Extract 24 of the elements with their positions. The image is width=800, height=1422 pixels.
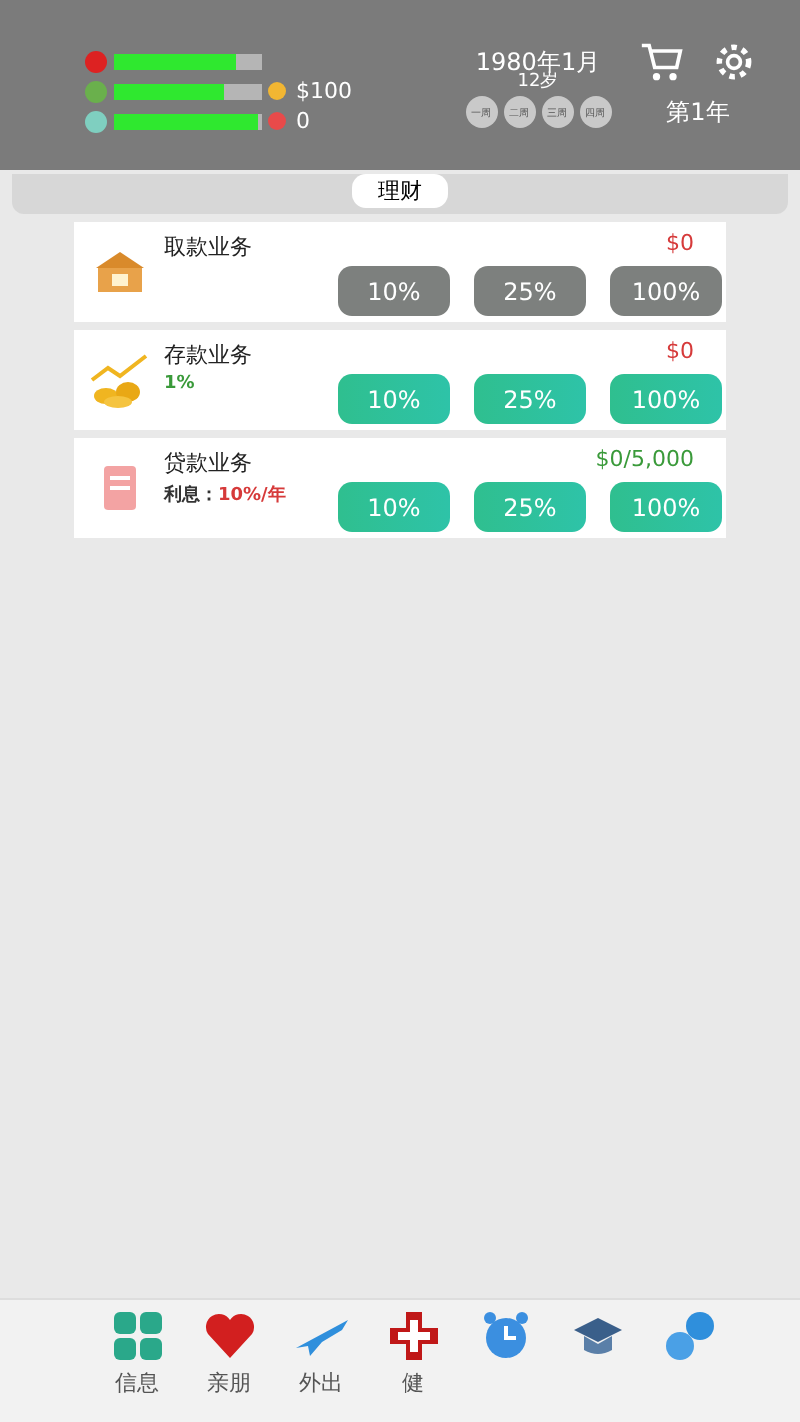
nav-item[interactable]: 亲朋 — [192, 1308, 266, 1422]
card-title: 贷款业务 — [164, 448, 254, 478]
amount-text: $0 — [666, 338, 694, 364]
stat-value: $100 — [296, 78, 352, 104]
medical-cross-icon — [385, 1308, 441, 1364]
amount-text: $0 — [666, 230, 694, 256]
card-title: 存款业务 — [164, 340, 254, 370]
coins-icon — [661, 1308, 717, 1364]
nav-item[interactable]: 信息 — [100, 1308, 174, 1422]
cart-icon[interactable] — [640, 40, 684, 84]
nav-item[interactable]: 健 — [376, 1308, 450, 1422]
settings-icon[interactable] — [712, 40, 756, 84]
date-text: 1980年1月 — [475, 50, 601, 74]
stat-value: 0 — [296, 108, 310, 134]
grid-icon — [109, 1308, 165, 1364]
rate-text: 1% — [164, 374, 197, 394]
year-text: 第1年 — [666, 96, 730, 130]
nav-item[interactable]: 外出 — [284, 1308, 358, 1422]
card-title: 取款业务 — [164, 232, 254, 262]
age-text: 12岁 — [517, 74, 559, 92]
interest-text: 利息：10%/年 — [164, 482, 288, 508]
coin-icon — [268, 82, 286, 100]
finance-tab[interactable]: 理财 — [352, 174, 448, 208]
amount-text: $0/5,000 — [595, 446, 694, 472]
